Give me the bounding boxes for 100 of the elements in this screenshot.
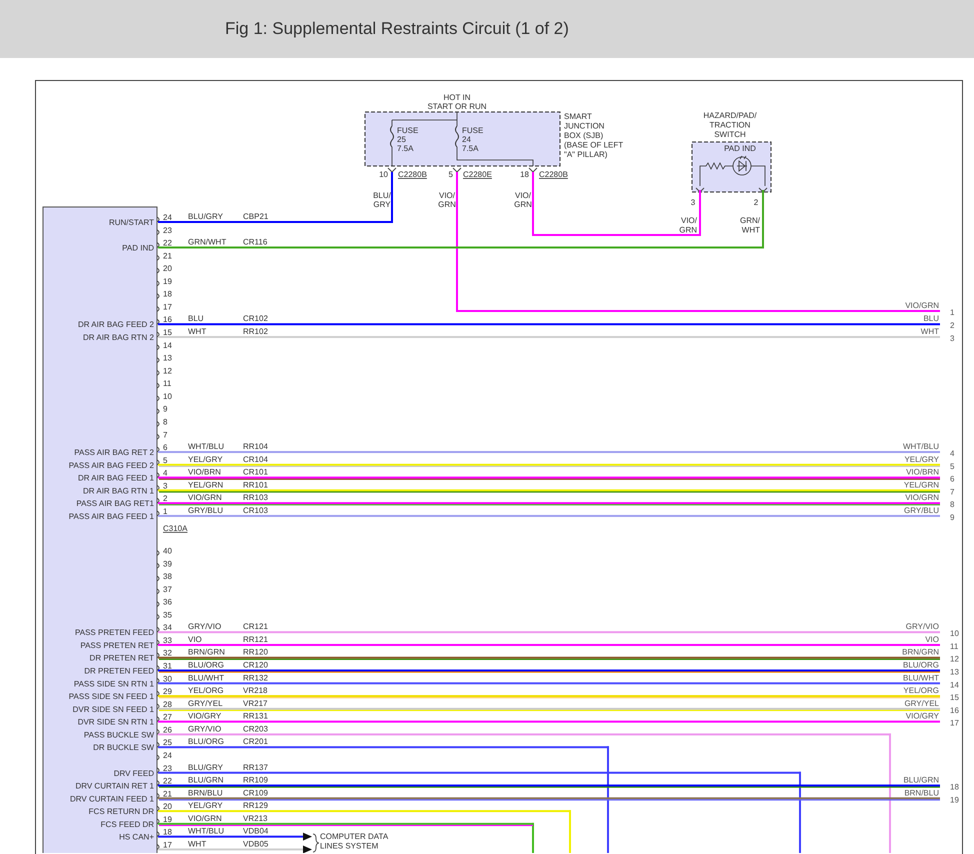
pin-number: 20 <box>163 264 172 274</box>
wire-color-label: VIO/GRN <box>514 191 532 209</box>
wire-color-label: VIO/GRY <box>188 712 222 721</box>
fuse-icon <box>455 126 459 148</box>
wire-color-label: YEL/ORG <box>903 686 939 696</box>
wire-color-label: GRY/VIO <box>188 724 222 734</box>
wire-color-label: YEL/GRY <box>188 454 223 464</box>
pin-label: PASS AIR BAG FEED 2 <box>68 460 154 470</box>
wire-color-label: BRN/GRN <box>188 648 225 657</box>
pin-number: 20 <box>163 802 172 812</box>
pin-terminal-icon <box>156 446 160 452</box>
hot-in-label: HOT IN START OR RUN <box>427 93 487 111</box>
pin-number: 16 <box>163 315 172 324</box>
pin-terminal-icon <box>156 665 160 671</box>
pin-number: 23 <box>163 764 172 773</box>
circuit-label: RR121 <box>243 634 268 644</box>
pin-number: 11 <box>163 379 172 388</box>
connector-label: C2280E <box>463 170 492 179</box>
wire-color-label: WHT <box>188 839 206 848</box>
pin-number: 24 <box>163 213 172 222</box>
pin-number: 5 <box>163 456 168 465</box>
wire-color-label: VIO/GRN <box>188 814 222 823</box>
pin-label: PASS PRETEN RET <box>80 640 154 650</box>
wire-color-label: BLU/GRN <box>903 776 939 785</box>
pin-label: DR BUCKLE SW <box>93 743 154 752</box>
circuit-label: RR104 <box>243 442 268 452</box>
wire-color-label: BLU/GRN <box>188 776 224 785</box>
wire-color-label: BRN/BLU <box>904 788 939 798</box>
pin-number: 27 <box>163 712 172 722</box>
pin-number: 17 <box>163 840 172 850</box>
circuit-label: RR131 <box>243 712 268 721</box>
fuse-label: FUSE 24 7.5A <box>462 126 484 153</box>
wire-color-label: BLU <box>188 314 204 324</box>
terminal-icon <box>388 168 396 173</box>
pin-label: DVR SIDE SN RTN 1 <box>78 718 154 727</box>
pin-terminal-icon <box>156 576 160 582</box>
circuit-label: CR121 <box>243 622 268 632</box>
pin-number: 21 <box>163 251 172 260</box>
wire-color-label: WHT <box>188 327 206 336</box>
pin-number: 13 <box>163 354 172 363</box>
pin-number: 18 <box>163 290 172 299</box>
pin-number: 7 <box>163 430 168 440</box>
pin-label: DR AIR BAG FEED 1 <box>78 474 154 483</box>
terminal-number: 17 <box>950 718 959 728</box>
pin-number: 22 <box>163 776 172 786</box>
wire-color-label: YEL/GRY <box>904 454 939 464</box>
wire-color-label: WHT/BLU <box>903 442 939 452</box>
terminal-number: 13 <box>950 668 959 677</box>
pin-terminal-icon <box>156 640 160 646</box>
circuit-label: RR103 <box>243 493 268 502</box>
terminal-icon <box>452 168 462 173</box>
pin-label: PASS SIDE SN RTN 1 <box>74 679 154 688</box>
junction-box-label: SMART JUNCTION BOX (SJB) (BASE OF LEFT "A" PILLAR) <box>564 112 624 159</box>
wire-color-label: GRN/WHT <box>740 216 760 234</box>
wire-color-label: GRY/YEL <box>188 698 223 708</box>
pin-number: 39 <box>163 559 172 568</box>
circuit-label: CR116 <box>243 238 268 247</box>
circuit-label: CR203 <box>243 724 268 734</box>
terminal-icon <box>528 168 538 173</box>
wire-color-label: VIO/GRN <box>905 301 939 310</box>
terminal-number: 19 <box>950 795 959 804</box>
pin-number: 30 <box>163 674 172 684</box>
pin-number: 4 <box>163 468 168 478</box>
terminal-number: 12 <box>950 654 959 664</box>
pin-label: DVR SIDE SN FEED 1 <box>72 704 154 714</box>
wire-color-label: VIO/GRY <box>906 712 939 721</box>
fuse-label: FUSE 25 7.5A <box>397 126 418 153</box>
pin-number: 9 <box>163 404 168 414</box>
wire-color-label: BLU/WHT <box>188 673 224 682</box>
wire-color-label: YEL/GRY <box>188 801 223 810</box>
pin-number: 26 <box>163 725 172 734</box>
pin-number: 35 <box>163 610 172 620</box>
pin-number: 25 <box>163 738 172 748</box>
wire-color-label: BLU/GRY <box>373 191 391 209</box>
terminal-number: 2 <box>950 321 954 330</box>
pin-number: 36 <box>163 598 172 607</box>
terminal-number: 9 <box>950 512 954 522</box>
terminal-number: 11 <box>950 642 958 651</box>
circuit-label: RR102 <box>243 327 268 336</box>
wire-color-label: VIO/GRN <box>438 191 456 209</box>
terminal-number: 1 <box>950 308 954 317</box>
pin-number: 14 <box>163 340 172 350</box>
wire-color-label: BLU/ORG <box>902 660 939 670</box>
pin-number: 31 <box>163 662 172 671</box>
pin-number: 19 <box>163 814 172 824</box>
circuit-label: RR109 <box>243 776 268 785</box>
terminal-number: 5 <box>950 462 954 471</box>
pin-number: 40 <box>163 546 172 556</box>
pin-number: 21 <box>163 789 172 798</box>
pin-label: PASS BUCKLE SW <box>84 730 154 740</box>
circuit-label: CR104 <box>243 454 268 464</box>
pin-label: PAD IND <box>122 244 154 253</box>
pin-number: 22 <box>163 238 172 248</box>
wire-color-label: YEL/ORG <box>188 686 224 696</box>
terminal-number: 6 <box>950 474 954 484</box>
wire-color-label: VIO <box>188 634 202 644</box>
pin-number: 1 <box>163 506 168 516</box>
pin-number: 28 <box>163 700 172 709</box>
circuit-label: CR109 <box>243 788 268 798</box>
terminal-number: 4 <box>950 449 954 458</box>
